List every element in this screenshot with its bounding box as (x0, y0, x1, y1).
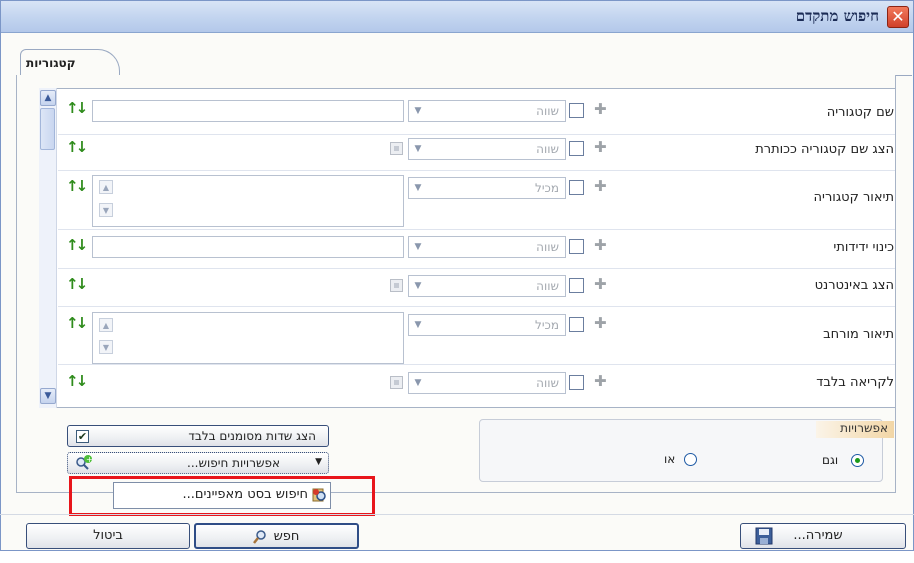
radio-or-label: או (664, 452, 676, 466)
cancel-button[interactable]: ביטול (26, 523, 190, 549)
window-title: חיפוש מתקדם (795, 7, 879, 25)
field-checkbox[interactable] (569, 375, 584, 390)
plus-icon[interactable]: ✚ (594, 236, 607, 254)
field-label-category-name: שם קטגוריה (826, 105, 894, 120)
tab-label: קטגוריות (26, 56, 76, 70)
value-textarea[interactable] (92, 312, 404, 364)
close-icon[interactable]: ✕ (887, 6, 909, 28)
value-checkbox[interactable] (390, 279, 403, 292)
operator-select[interactable]: שווה ▼ (408, 100, 566, 122)
plus-icon[interactable]: ✚ (594, 372, 607, 390)
operator-select[interactable]: מכיל ▼ (408, 314, 566, 336)
scroll-down-icon[interactable]: ▼ (99, 203, 113, 217)
show-marked-checkbox[interactable]: ✔ (76, 430, 89, 443)
options-legend: אפשרויות (816, 421, 894, 438)
show-marked-fields-button[interactable]: ✔ הצג שדות מסומנים בלבד (67, 425, 329, 447)
radio-and-label: וגם (822, 453, 839, 467)
field-checkbox[interactable] (569, 239, 584, 254)
field-checkbox[interactable] (569, 317, 584, 332)
operator-value: מכיל (535, 181, 559, 195)
list-scrollbar[interactable]: ▲ ▼ (39, 88, 57, 408)
value-checkbox[interactable] (390, 376, 403, 389)
plus-icon[interactable]: ✚ (594, 100, 607, 118)
floppy-disk-icon (755, 527, 773, 545)
search-options-label: אפשרויות חיפוש... (187, 456, 280, 470)
svg-text:+: + (86, 455, 93, 464)
operator-value: שווה (536, 142, 559, 156)
sort-arrows-icon[interactable]: ↑↓ (66, 314, 88, 332)
value-input[interactable] (92, 236, 404, 258)
operator-value: מכיל (535, 318, 559, 332)
scroll-up-icon[interactable]: ▲ (40, 90, 56, 106)
scroll-up-icon[interactable]: ▲ (99, 180, 113, 194)
sort-arrows-icon[interactable]: ↑↓ (66, 177, 88, 195)
plus-icon[interactable]: ✚ (594, 275, 607, 293)
chevron-down-icon: ▼ (414, 144, 422, 154)
chevron-down-icon: ▼ (414, 378, 422, 388)
value-textarea[interactable] (92, 175, 404, 227)
operator-select[interactable]: מכיל ▼ (408, 177, 566, 199)
field-label-show-on-internet: הצג באינטרנט (814, 278, 894, 293)
operator-select[interactable]: שווה ▼ (408, 236, 566, 258)
plus-icon[interactable]: ✚ (594, 177, 607, 195)
field-label-read-only: לקריאה בלבד (816, 375, 894, 390)
highlight-box (69, 476, 375, 516)
operator-value: שווה (536, 376, 559, 390)
chevron-down-icon: ▼ (414, 106, 422, 116)
chevron-down-icon: ▼ (414, 320, 422, 330)
show-marked-label: הצג שדות מסומנים בלבד (188, 429, 316, 443)
search-label: חפש (273, 529, 300, 544)
scroll-down-icon[interactable]: ▼ (40, 388, 56, 404)
save-button[interactable]: שמירה... (740, 523, 906, 549)
sort-arrows-icon[interactable]: ↑↓ (66, 236, 88, 254)
operator-select[interactable]: שווה ▼ (408, 275, 566, 297)
radio-and[interactable] (851, 454, 864, 467)
value-checkbox[interactable] (390, 142, 403, 155)
footer-divider (0, 514, 914, 515)
search-options-icon: + (74, 454, 94, 472)
field-checkbox[interactable] (569, 141, 584, 156)
scroll-thumb[interactable] (40, 108, 55, 150)
operator-value: שווה (536, 240, 559, 254)
title-bar: חיפוש מתקדם ✕ (1, 1, 913, 33)
search-options-button[interactable]: + אפשרויות חיפוש... ▼ (67, 452, 329, 474)
chevron-down-icon: ▼ (414, 281, 422, 291)
scroll-down-icon[interactable]: ▼ (99, 340, 113, 354)
field-label-friendly-name: כינוי ידידותי (833, 240, 894, 255)
operator-value: שווה (536, 104, 559, 118)
sort-arrows-icon[interactable]: ↑↓ (66, 275, 88, 293)
operator-value: שווה (536, 279, 559, 293)
chevron-down-icon: ▼ (414, 183, 422, 193)
plus-icon[interactable]: ✚ (594, 138, 607, 156)
field-label-show-as-title: הצג שם קטגוריה ככותרת (755, 142, 894, 157)
operator-select[interactable]: שווה ▼ (408, 372, 566, 394)
sort-arrows-icon[interactable]: ↑↓ (66, 138, 88, 156)
scroll-up-icon[interactable]: ▲ (99, 318, 113, 332)
sort-arrows-icon[interactable]: ↑↓ (66, 99, 88, 117)
chevron-down-icon: ▼ (315, 457, 322, 467)
cancel-label: ביטול (93, 528, 123, 543)
field-label-extended-description: תיאור מורחב (823, 327, 894, 342)
field-label-category-description: תיאור קטגוריה (813, 190, 894, 205)
chevron-down-icon: ▼ (414, 242, 422, 252)
value-input[interactable] (92, 100, 404, 122)
field-checkbox[interactable] (569, 103, 584, 118)
magnifier-icon (252, 529, 268, 545)
radio-or[interactable] (684, 453, 697, 466)
field-checkbox[interactable] (569, 278, 584, 293)
plus-icon[interactable]: ✚ (594, 314, 607, 332)
operator-select[interactable]: שווה ▼ (408, 138, 566, 160)
search-button[interactable]: חפש (194, 523, 359, 549)
field-checkbox[interactable] (569, 180, 584, 195)
sort-arrows-icon[interactable]: ↑↓ (66, 372, 88, 390)
